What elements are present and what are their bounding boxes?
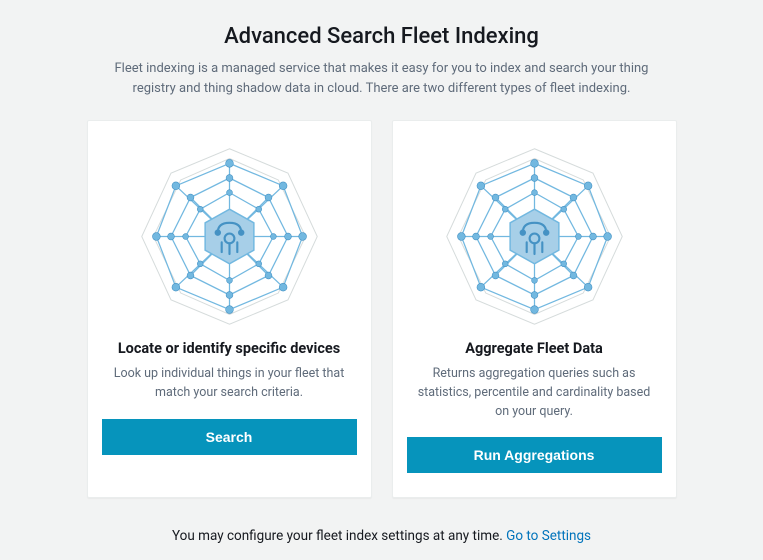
footer-message: You may configure your fleet index setti…	[172, 528, 503, 544]
page-title: Advanced Search Fleet Indexing	[224, 24, 539, 49]
search-button[interactable]: Search	[102, 419, 357, 455]
cards-row: Locate or identify specific devices Look…	[32, 120, 731, 498]
search-card-description: Look up individual things in your fleet …	[102, 365, 357, 403]
search-card: Locate or identify specific devices Look…	[87, 120, 372, 498]
run-aggregations-button[interactable]: Run Aggregations	[407, 437, 662, 473]
aggregate-card-description: Returns aggregation queries such as stat…	[407, 365, 662, 421]
aggregate-card-title: Aggregate Fleet Data	[465, 340, 603, 357]
fleet-globe-icon	[124, 139, 334, 334]
aggregate-card: Aggregate Fleet Data Returns aggregation…	[392, 120, 677, 498]
page-description: Fleet indexing is a managed service that…	[102, 59, 662, 98]
fleet-globe-icon	[429, 139, 639, 334]
footer-text: You may configure your fleet index setti…	[172, 528, 591, 544]
go-to-settings-link[interactable]: Go to Settings	[506, 528, 591, 544]
search-card-title: Locate or identify specific devices	[118, 340, 340, 357]
